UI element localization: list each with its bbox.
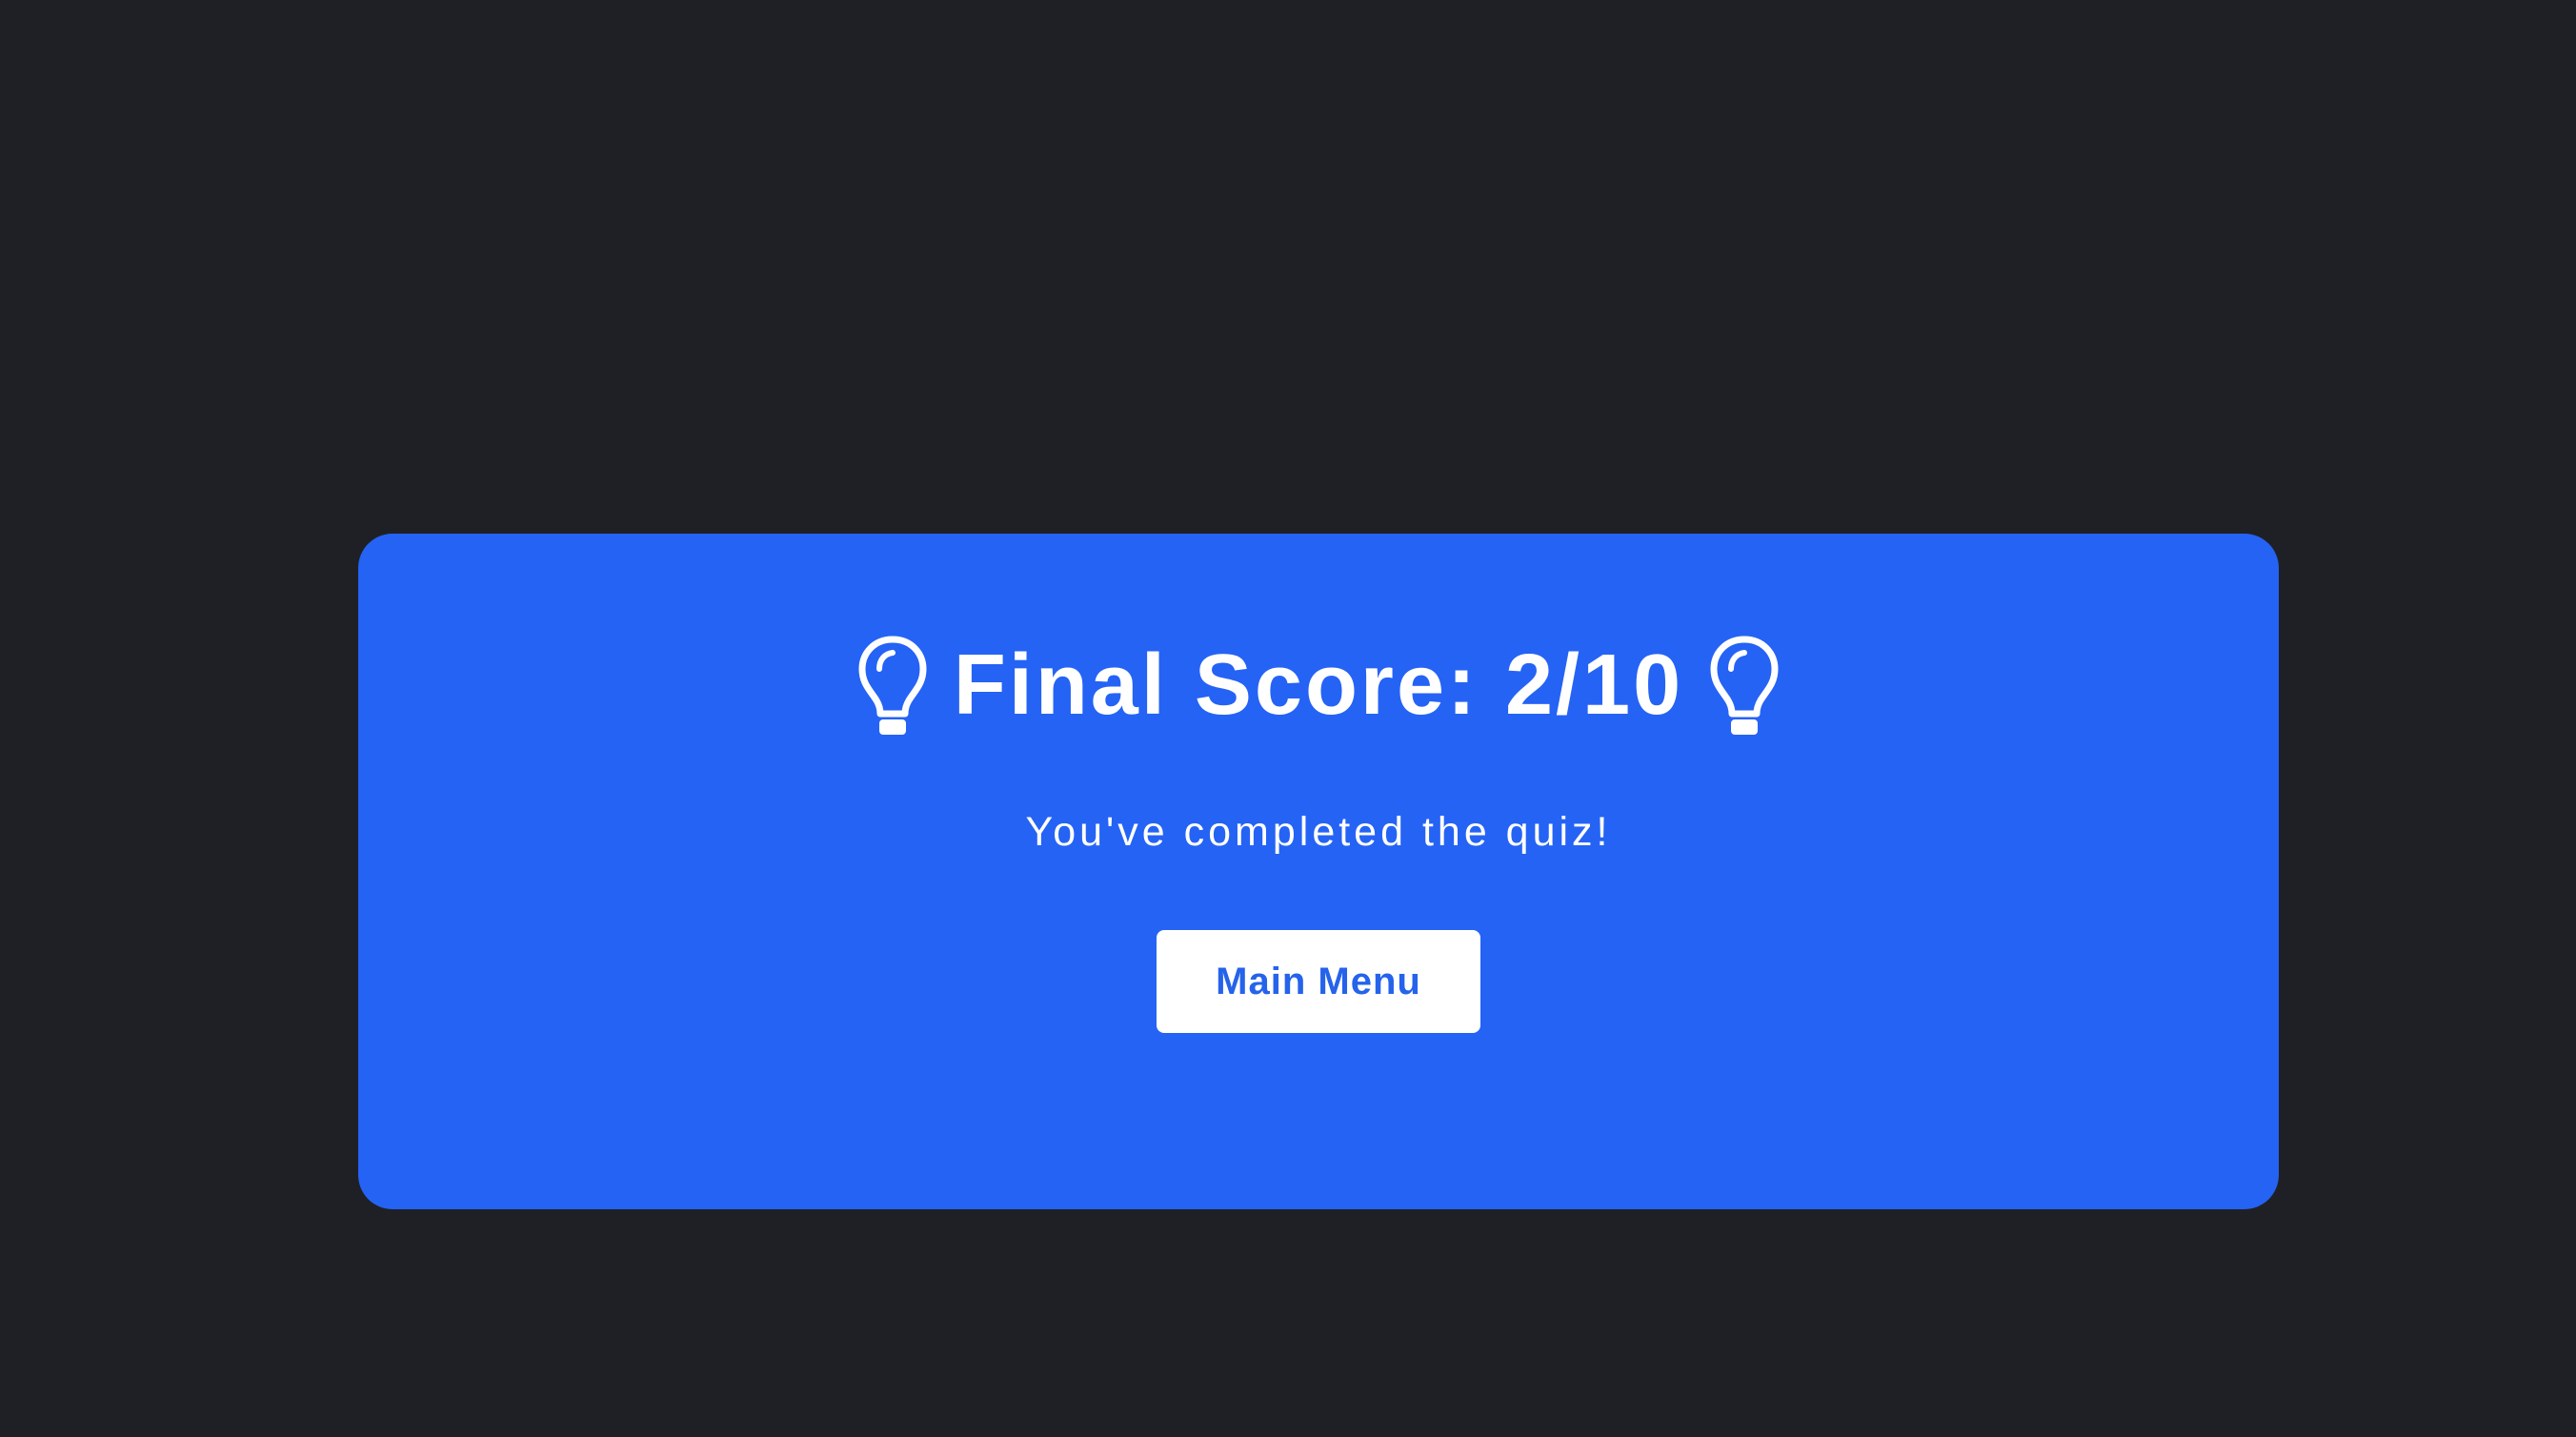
completion-message: You've completed the quiz! (1025, 809, 1612, 855)
quiz-results-page: Final Score: 2/10 You've completed the q… (0, 0, 2576, 1437)
results-card: Final Score: 2/10 You've completed the q… (358, 534, 2279, 1209)
lightbulb-icon (1710, 636, 1779, 735)
main-menu-button[interactable]: Main Menu (1157, 930, 1480, 1033)
final-score-title: Final Score: 2/10 (953, 638, 1684, 733)
lightbulb-icon (858, 636, 927, 735)
score-heading-row: Final Score: 2/10 (358, 623, 2279, 747)
